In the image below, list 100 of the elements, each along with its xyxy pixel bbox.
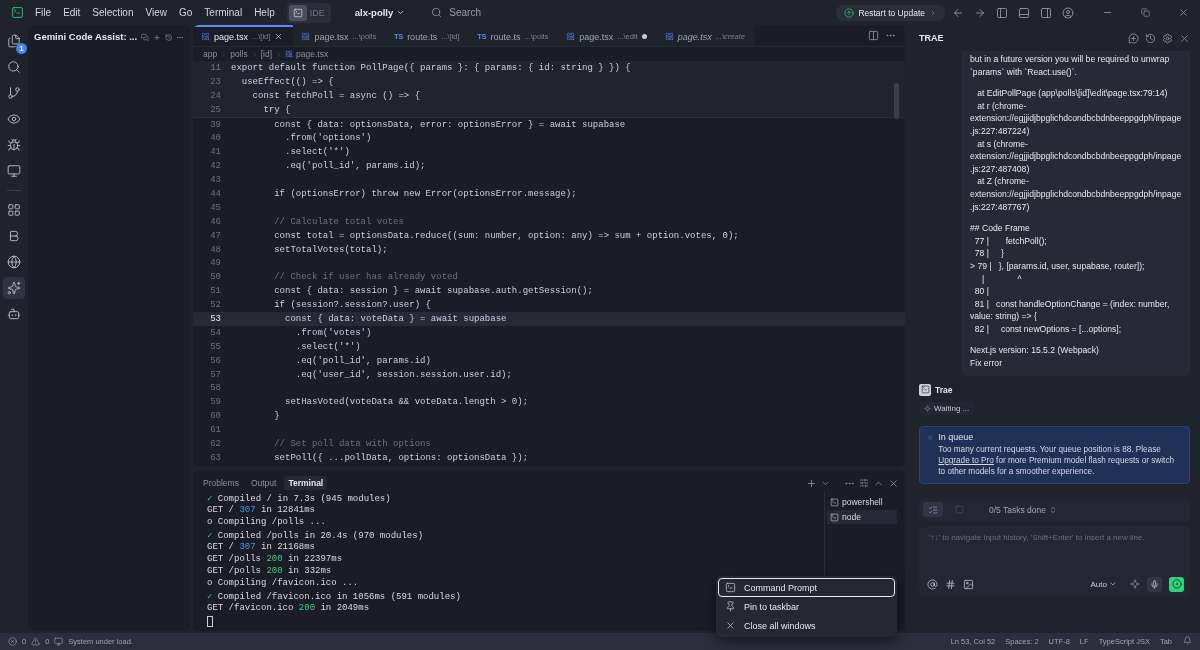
at-icon[interactable] [927,578,938,590]
code-line: if (session?.session?.user) { [273,300,431,311]
restart-update-button[interactable]: Restart to Update [836,4,945,21]
chat-input[interactable]: '↑↓' to navigate input history, 'Shift+Enter' to insert a new line. Auto [919,525,1190,596]
back-icon[interactable] [952,6,964,19]
line-number: 51 [209,286,222,297]
line-number: 25 [209,104,222,115]
panel-tab[interactable]: Problems [199,476,243,490]
add-icon[interactable] [806,477,817,489]
image-icon[interactable] [963,578,974,590]
search-field[interactable]: Search [447,6,608,19]
scrollbar-thumb[interactable] [894,83,899,119]
chat-icon[interactable] [141,31,149,43]
menu-item[interactable]: File [31,5,56,20]
sparkle-icon[interactable] [1130,579,1140,590]
line-number: 40 [209,133,222,144]
code-line: .eq('poll_id', params.id) [294,355,431,366]
menu-entry[interactable]: Command Prompt [718,578,895,597]
tab-name: page.tsx [314,31,349,42]
files-icon [7,34,21,48]
atom-icon [201,32,210,41]
upgrade-link[interactable]: Upgrade to Pro [938,456,994,466]
project-switcher[interactable]: alx-polly [348,6,412,19]
sliders-icon[interactable] [859,478,869,488]
logo-icon [7,229,21,243]
terminal-line: ✓ Compiled /favicon.ico in 1056ms (591 modules) [207,590,461,603]
chevron-icon [275,50,282,58]
line-number: 62 [209,439,222,449]
line-number: 39 [209,119,222,130]
agent-name: Trae [935,384,953,395]
menu-entry[interactable]: Pin to taskbar [718,597,895,616]
terminal-line: ✓ Compiled / in 7.3s (945 modules) [207,493,391,505]
line-number: 45 [209,202,222,213]
account-icon[interactable] [1062,6,1074,19]
mic-button[interactable] [1147,576,1162,592]
breadcrumb-item[interactable]: page.tsx [296,49,329,59]
code-line: .select('*') [284,147,350,158]
line-number: 57 [209,369,222,380]
breadcrumb-item[interactable]: app [203,49,218,59]
code-line: const { data: voteData } = await supabase [284,313,507,324]
terminal-item[interactable]: node [827,510,897,524]
menu-item[interactable]: Terminal [200,5,247,20]
line-number: 11 [209,62,222,73]
terminal-line: GET / 307 in 12841ms [207,505,316,517]
bell-icon[interactable] [1183,636,1192,645]
terminal-line: GET /polls 200 in 332ms [207,566,332,578]
panel-title: Gemini Code Assist: ... [34,31,138,43]
line-number: 56 [209,355,222,366]
message-line: but in a future version you will be required to unwrap `params` with `React.use()`. [970,53,1171,79]
panel-tab[interactable]: Terminal [284,476,328,490]
restore-icon[interactable] [1141,8,1150,17]
eye-icon [7,112,21,126]
code-line: setTotalVotes(total); [273,244,388,255]
send-button[interactable] [1169,576,1184,592]
checklist-icon[interactable] [928,504,938,515]
terminal-line: ✓ Compiled /polls in 20.4s (970 modules) [207,529,424,542]
new-chat-icon[interactable] [1128,32,1139,44]
history-icon[interactable] [1145,32,1156,44]
menu-item[interactable]: View [141,5,171,20]
close-icon[interactable] [274,32,284,41]
menu-item[interactable]: Selection [88,5,138,20]
terminal-item[interactable]: powershell [827,495,897,509]
tab-name: page.tsx [579,31,614,42]
menu-item[interactable]: Help [250,5,279,20]
tab-name: route.ts [490,31,521,42]
code-line: try { [262,104,291,115]
activity-item[interactable]: 1 [3,30,25,52]
history-icon[interactable] [164,31,173,43]
code-comment: // Check if user has already voted [273,272,458,283]
line-number: 59 [209,397,222,408]
split-icon[interactable] [868,30,879,41]
hash-icon[interactable] [945,578,956,590]
atom-icon [664,32,674,41]
line-number: 24 [209,90,222,101]
line-number: 41 [209,147,222,158]
line-number: 46 [209,216,222,227]
breadcrumb-item[interactable]: [id] [260,49,272,59]
menu-item[interactable]: Go [175,5,197,20]
notice-text: Too many current requests. Your queue position is 88. Please Upgrade to Pro for more Premium model flash requests or switch to other models for a smoother experience. [938,443,1176,478]
activity-item[interactable] [3,277,25,299]
menu-entry[interactable]: Close all windows [718,616,895,635]
close-icon[interactable] [1179,32,1190,44]
menu-item[interactable]: Edit [59,5,85,20]
code-line: const total = optionsData.reduce((sum: number, option: any) => sum + option.votes, 0); [273,230,739,241]
settings-icon[interactable] [1162,32,1173,44]
line-number: 49 [209,258,222,269]
panel-right-icon[interactable] [1040,6,1052,19]
close-icon[interactable] [1178,7,1189,18]
panel-tab[interactable]: Output [246,476,281,490]
forward-icon[interactable] [974,6,986,19]
robot-icon [7,307,21,321]
message-line: at EditPollPage (app\polls\[id]\edit\page.tsx:79:14) [976,87,1169,100]
close-icon[interactable] [888,477,899,489]
breadcrumb-item[interactable]: polls [230,49,248,59]
model-selector[interactable]: Auto [1084,578,1123,590]
panel-bottom-icon[interactable] [1018,6,1030,19]
panel-left-icon[interactable] [996,6,1008,19]
globe-icon [7,255,21,269]
tasks-dropdown[interactable]: 0/5 Tasks done [983,503,1064,516]
line-number: 54 [209,327,222,338]
